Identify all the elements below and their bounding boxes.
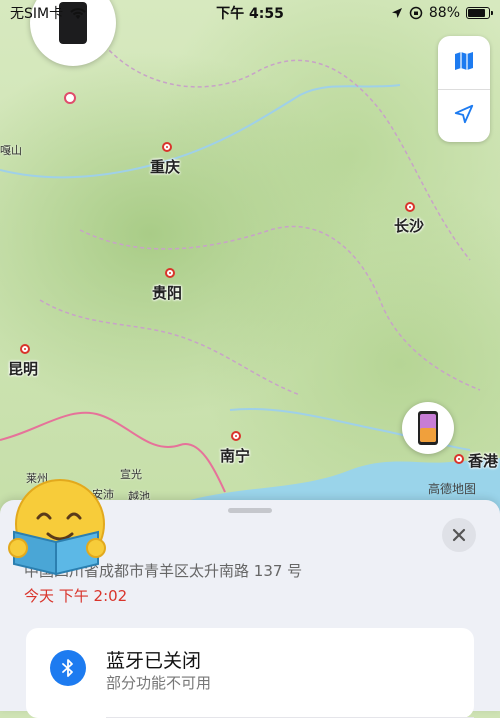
orientation-lock-icon bbox=[409, 6, 423, 20]
device-pin-dot bbox=[64, 92, 76, 104]
city-label-kunming: 昆明 bbox=[8, 360, 39, 378]
bluetooth-title: 蓝牙已关闭 bbox=[106, 650, 202, 672]
divider bbox=[438, 89, 490, 90]
reading-emoji-sticker bbox=[4, 478, 108, 578]
city-marker[interactable] bbox=[454, 454, 464, 464]
status-bar: 无SIM卡 下午 4:55 88% bbox=[0, 0, 500, 26]
battery-fill bbox=[468, 9, 485, 17]
location-services-icon bbox=[391, 8, 402, 18]
city-marker[interactable] bbox=[162, 142, 172, 152]
last-seen-time: 今天 下午 2:02 bbox=[24, 587, 128, 605]
battery-percent: 88% bbox=[428, 5, 460, 21]
sheet-grabber[interactable] bbox=[228, 508, 272, 513]
wifi-icon bbox=[70, 7, 86, 19]
bluetooth-icon bbox=[50, 650, 86, 686]
phone-icon bbox=[418, 411, 438, 445]
map-controls bbox=[438, 36, 490, 142]
province-border bbox=[79, 225, 481, 391]
clock: 下午 4:55 bbox=[216, 6, 284, 22]
city-marker[interactable] bbox=[20, 344, 30, 354]
map-provider-label: 高德地图 bbox=[428, 482, 477, 496]
city-label-guiyang: 贵阳 bbox=[152, 284, 183, 302]
town-label-xuanguang: 宣光 bbox=[120, 468, 142, 481]
city-label-gashan: 嘎山 bbox=[0, 144, 22, 157]
river-line bbox=[0, 84, 401, 179]
city-label-chongqing: 重庆 bbox=[150, 158, 181, 176]
carrier-label: 无SIM卡 bbox=[10, 6, 64, 22]
close-button[interactable] bbox=[442, 518, 476, 552]
city-label-changsha: 长沙 bbox=[394, 217, 425, 235]
province-border bbox=[39, 299, 301, 396]
device-pin-right[interactable] bbox=[402, 402, 454, 454]
city-marker[interactable] bbox=[231, 431, 241, 441]
battery-icon bbox=[466, 7, 493, 19]
bluetooth-status-card[interactable]: 蓝牙已关闭 部分功能不可用 bbox=[26, 628, 474, 718]
location-arrow-icon[interactable] bbox=[453, 103, 475, 129]
map-view[interactable]: 重庆 贵阳 昆明 南宁 长沙 香港 嘎山 莱州 宣光 安沛 越池 高德地图 bbox=[0, 0, 500, 520]
city-label-hongkong: 香港 bbox=[468, 452, 499, 470]
city-label-nanning: 南宁 bbox=[220, 447, 251, 465]
city-marker[interactable] bbox=[405, 202, 415, 212]
city-marker[interactable] bbox=[165, 268, 175, 278]
bluetooth-subtitle: 部分功能不可用 bbox=[106, 674, 212, 692]
map-icon[interactable] bbox=[452, 49, 476, 77]
close-icon bbox=[452, 528, 466, 542]
